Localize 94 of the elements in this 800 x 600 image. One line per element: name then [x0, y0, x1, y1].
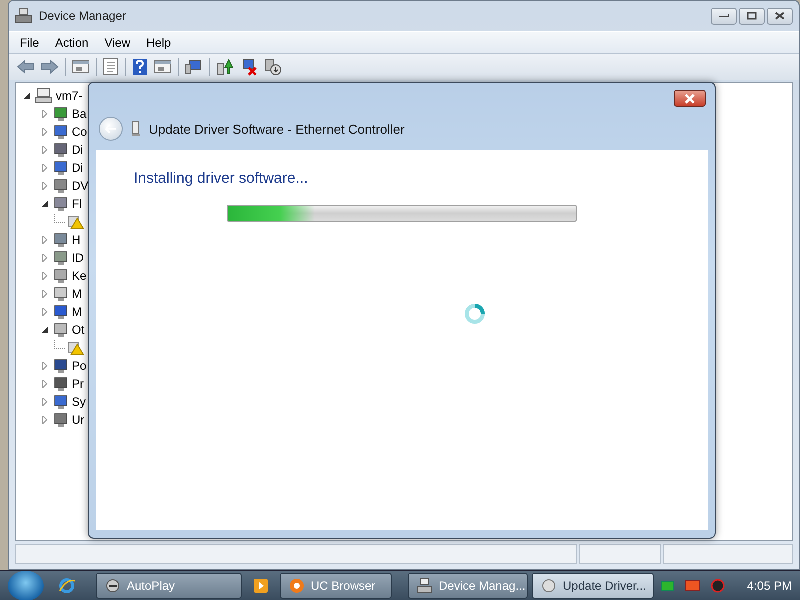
console-tree-icon[interactable]: [72, 59, 90, 75]
browser-icon[interactable]: [58, 576, 76, 594]
device-category-icon: [53, 142, 69, 158]
collapsed-arrow-icon[interactable]: [41, 380, 49, 388]
tree-item[interactable]: M: [72, 287, 82, 301]
device-category-icon: [53, 232, 69, 248]
minimize-button[interactable]: [711, 8, 737, 24]
action-pane-icon[interactable]: [154, 59, 172, 75]
device-category-icon: [53, 160, 69, 176]
device-category-icon: [53, 412, 69, 428]
busy-icon: [464, 303, 486, 325]
app-icon: [105, 578, 121, 594]
device-category-icon: [53, 178, 69, 194]
disable-device-icon[interactable]: [264, 58, 282, 76]
collapsed-arrow-icon[interactable]: [41, 110, 49, 118]
back-button[interactable]: [99, 117, 123, 141]
tree-item[interactable]: Pr: [72, 377, 84, 391]
computer-icon: [35, 88, 53, 104]
collapsed-arrow-icon[interactable]: [41, 236, 49, 244]
device-manager-icon: [15, 8, 33, 24]
back-icon[interactable]: [17, 59, 35, 75]
tree-item[interactable]: Di: [72, 143, 84, 157]
tree-item[interactable]: Di: [72, 161, 84, 175]
menu-item[interactable]: File: [13, 34, 46, 52]
expanded-arrow-icon[interactable]: [41, 326, 49, 334]
computer-scan-icon[interactable]: [185, 59, 203, 75]
tree-item[interactable]: Fl: [72, 197, 82, 211]
device-category-icon: [53, 124, 69, 140]
maximize-button[interactable]: [739, 8, 765, 24]
close-icon: [775, 12, 785, 20]
device-category-icon: [53, 376, 69, 392]
network-icon[interactable]: [661, 580, 676, 592]
clock[interactable]: 4:05 PM: [747, 578, 792, 592]
collapsed-arrow-icon[interactable]: [41, 254, 49, 262]
dialog-title: Update Driver Software - Ethernet Controller: [149, 122, 405, 136]
forward-icon[interactable]: [41, 59, 59, 75]
collapsed-arrow-icon[interactable]: [41, 362, 49, 370]
expanded-arrow-icon[interactable]: [23, 92, 31, 100]
network-adapter-icon: [131, 121, 141, 137]
volume-icon[interactable]: [711, 578, 726, 592]
collapsed-arrow-icon[interactable]: [41, 416, 49, 424]
maximize-icon: [747, 12, 757, 20]
collapsed-arrow-icon[interactable]: [41, 398, 49, 406]
close-button[interactable]: [767, 8, 793, 24]
properties-icon[interactable]: [103, 58, 119, 76]
collapsed-arrow-icon[interactable]: [41, 146, 49, 154]
menu-item[interactable]: View: [98, 34, 138, 52]
tree-item[interactable]: Ur: [72, 413, 85, 427]
window-title: Device Manager: [39, 9, 126, 23]
tree-item[interactable]: Sy: [72, 395, 86, 409]
taskbar-button[interactable]: Update Driver...: [532, 572, 654, 598]
tree-item[interactable]: vm7-: [56, 89, 83, 103]
tree-item[interactable]: H: [72, 233, 81, 247]
tree-item[interactable]: Ba: [72, 107, 87, 121]
tree-item[interactable]: ID: [72, 251, 84, 265]
device-category-icon: [53, 322, 69, 338]
collapsed-arrow-icon[interactable]: [41, 308, 49, 316]
media-player-icon[interactable]: [253, 578, 269, 594]
collapsed-arrow-icon[interactable]: [41, 128, 49, 136]
app-icon: [541, 578, 557, 594]
app-icon: [417, 578, 433, 594]
device-category-icon: [53, 358, 69, 374]
warning-device-icon: [68, 340, 84, 356]
help-icon[interactable]: [132, 58, 148, 76]
minimize-icon: [719, 14, 729, 18]
collapsed-arrow-icon[interactable]: [41, 164, 49, 172]
device-category-icon: [53, 250, 69, 266]
tree-item[interactable]: Po: [72, 359, 87, 373]
update-driver-icon[interactable]: [216, 58, 234, 76]
close-icon: [684, 94, 696, 104]
collapsed-arrow-icon[interactable]: [41, 182, 49, 190]
expanded-arrow-icon[interactable]: [41, 200, 49, 208]
collapsed-arrow-icon[interactable]: [41, 272, 49, 280]
app-icon: [289, 578, 305, 594]
device-category-icon: [53, 268, 69, 284]
device-category-icon: [53, 304, 69, 320]
menu-item[interactable]: Action: [48, 34, 96, 52]
close-button[interactable]: [674, 90, 706, 107]
tray-app-icon[interactable]: [685, 580, 702, 592]
tree-item[interactable]: M: [72, 305, 82, 319]
device-category-icon: [53, 286, 69, 302]
collapsed-arrow-icon[interactable]: [41, 290, 49, 298]
status-heading: Installing driver software...: [134, 170, 310, 187]
tree-item[interactable]: Ke: [72, 269, 87, 283]
start-button[interactable]: [8, 570, 44, 600]
warning-device-icon: [68, 214, 84, 230]
device-category-icon: [53, 196, 69, 212]
tree-item[interactable]: DV: [72, 179, 89, 193]
back-arrow-icon: [105, 124, 117, 134]
menu-item[interactable]: Help: [140, 34, 178, 52]
tree-item[interactable]: Ot: [72, 323, 85, 337]
tree-item[interactable]: Co: [72, 125, 88, 139]
device-category-icon: [53, 106, 69, 122]
device-category-icon: [53, 394, 69, 410]
